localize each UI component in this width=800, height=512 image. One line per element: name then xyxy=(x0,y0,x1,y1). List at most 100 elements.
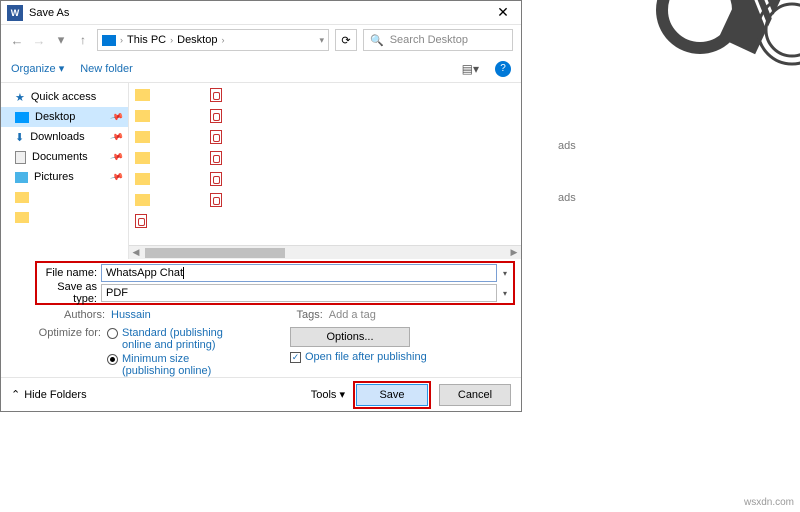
optimize-label: Optimize for: xyxy=(31,327,101,377)
sidebar-item-documents[interactable]: Documents📌 xyxy=(1,147,128,167)
folder-icon xyxy=(135,131,150,143)
checkbox-icon: ✓ xyxy=(290,352,301,363)
close-button[interactable]: ✕ xyxy=(485,4,521,21)
file-pane: ◀ ▶ xyxy=(129,83,521,259)
filename-input[interactable]: WhatsApp Chat xyxy=(101,264,497,282)
obscured-window-text: ads ads xyxy=(540,140,610,204)
cancel-button[interactable]: Cancel xyxy=(439,384,511,406)
radio-minimum[interactable]: Minimum size (publishing online) xyxy=(107,353,232,377)
folder-icon xyxy=(135,173,150,185)
organize-menu[interactable]: Organize ▾ xyxy=(11,62,64,75)
folder-icon xyxy=(135,89,150,101)
watermark: wsxdn.com xyxy=(744,497,794,508)
desktop-icon xyxy=(15,112,29,123)
type-dropdown[interactable]: ▾ xyxy=(497,289,513,298)
metadata-row: Authors: Hussain Tags: Add a tag xyxy=(1,305,521,321)
titlebar: W Save As ✕ xyxy=(1,1,521,25)
pin-icon: 📌 xyxy=(109,109,124,124)
back-button[interactable]: ← xyxy=(9,33,25,48)
radio-icon xyxy=(107,354,118,365)
list-item[interactable] xyxy=(135,150,150,166)
save-as-dialog: W Save As ✕ ← → ▾ ↑ › This PC › Desktop … xyxy=(0,0,522,412)
breadcrumb-desktop[interactable]: Desktop xyxy=(177,34,217,46)
breadcrumb[interactable]: › This PC › Desktop › ▾ xyxy=(97,29,329,51)
pdf-icon xyxy=(210,130,222,144)
folder-icon xyxy=(15,212,29,223)
filename-label: File name: xyxy=(37,267,101,279)
list-item[interactable] xyxy=(135,171,150,187)
tags-value[interactable]: Add a tag xyxy=(329,309,376,321)
pdf-icon xyxy=(210,109,222,123)
list-item[interactable] xyxy=(135,213,150,229)
list-item[interactable] xyxy=(210,150,222,166)
scroll-left-button[interactable]: ◀ xyxy=(129,247,143,258)
folder-icon xyxy=(135,194,150,206)
filename-fields-highlight: File name: WhatsApp Chat ▾ Save as type:… xyxy=(35,261,515,305)
filename-dropdown[interactable]: ▾ xyxy=(497,269,513,278)
save-button[interactable]: Save xyxy=(356,384,428,406)
recent-dropdown[interactable]: ▾ xyxy=(53,32,69,48)
refresh-button[interactable]: ⟳ xyxy=(335,29,357,51)
view-menu[interactable]: ▤▾ xyxy=(462,62,479,76)
list-item[interactable] xyxy=(135,129,150,145)
list-item[interactable] xyxy=(210,171,222,187)
open-after-publish-checkbox[interactable]: ✓Open file after publishing xyxy=(290,351,427,363)
pin-icon: 📌 xyxy=(109,129,124,144)
sidebar-item-downloads[interactable]: ⬇Downloads📌 xyxy=(1,127,128,147)
sidebar-item-folder[interactable] xyxy=(1,207,128,227)
list-item[interactable] xyxy=(210,129,222,145)
type-select[interactable]: PDF xyxy=(101,284,497,302)
radio-icon xyxy=(107,328,118,339)
options-button[interactable]: Options... xyxy=(290,327,410,347)
new-folder-button[interactable]: New folder xyxy=(80,63,133,75)
pdf-icon xyxy=(210,88,222,102)
type-label: Save as type: xyxy=(37,281,101,305)
sidebar-item-desktop[interactable]: Desktop📌 xyxy=(1,107,128,127)
scroll-thumb[interactable] xyxy=(145,248,285,258)
up-button[interactable]: ↑ xyxy=(75,33,91,47)
pdf-icon xyxy=(210,151,222,165)
search-icon: 🔍 xyxy=(370,34,384,47)
word-icon: W xyxy=(7,5,23,21)
sidebar-item-folder[interactable] xyxy=(1,187,128,207)
search-placeholder: Search Desktop xyxy=(390,34,468,46)
save-button-highlight: Save xyxy=(353,381,431,409)
list-item[interactable] xyxy=(210,87,222,103)
list-item[interactable] xyxy=(135,87,150,103)
nav-bar: ← → ▾ ↑ › This PC › Desktop › ▾ ⟳ 🔍 Sear… xyxy=(1,25,521,55)
list-item[interactable] xyxy=(135,192,150,208)
pin-icon: 📌 xyxy=(109,169,124,184)
location-icon xyxy=(102,35,116,46)
chevron-up-icon: ⌃ xyxy=(11,388,20,401)
sidebar-item-pictures[interactable]: Pictures📌 xyxy=(1,167,128,187)
toolbar: Organize ▾ New folder ▤▾ ? xyxy=(1,55,521,83)
sidebar-item-quick-access[interactable]: ★Quick access xyxy=(1,87,128,107)
horizontal-scrollbar[interactable]: ◀ ▶ xyxy=(129,245,521,259)
radio-standard[interactable]: Standard (publishing online and printing… xyxy=(107,327,232,351)
breadcrumb-dropdown[interactable]: ▾ xyxy=(319,35,324,46)
breadcrumb-this-pc[interactable]: This PC xyxy=(127,34,166,46)
pdf-icon xyxy=(135,214,147,228)
list-item[interactable] xyxy=(210,108,222,124)
folder-icon xyxy=(135,110,150,122)
hide-folders-button[interactable]: ⌃Hide Folders xyxy=(11,388,87,401)
help-button[interactable]: ? xyxy=(495,61,511,77)
downloads-icon: ⬇ xyxy=(15,131,24,144)
authors-value[interactable]: Hussain xyxy=(111,309,151,321)
tools-menu[interactable]: Tools ▾ xyxy=(311,388,345,401)
list-item[interactable] xyxy=(135,108,150,124)
authors-label: Authors: xyxy=(57,309,105,321)
forward-button[interactable]: → xyxy=(31,33,47,48)
search-input[interactable]: 🔍 Search Desktop xyxy=(363,29,513,51)
optimize-section: Optimize for: Standard (publishing onlin… xyxy=(1,321,521,377)
dialog-footer: ⌃Hide Folders Tools ▾ Save Cancel xyxy=(1,377,521,411)
folder-icon xyxy=(15,192,29,203)
tags-label: Tags: xyxy=(275,309,323,321)
star-icon: ★ xyxy=(15,91,25,104)
desktop-background xyxy=(520,0,800,512)
pdf-icon xyxy=(210,193,222,207)
pin-icon: 📌 xyxy=(109,149,124,164)
file-list[interactable] xyxy=(129,83,521,245)
scroll-right-button[interactable]: ▶ xyxy=(507,247,521,258)
list-item[interactable] xyxy=(210,192,222,208)
